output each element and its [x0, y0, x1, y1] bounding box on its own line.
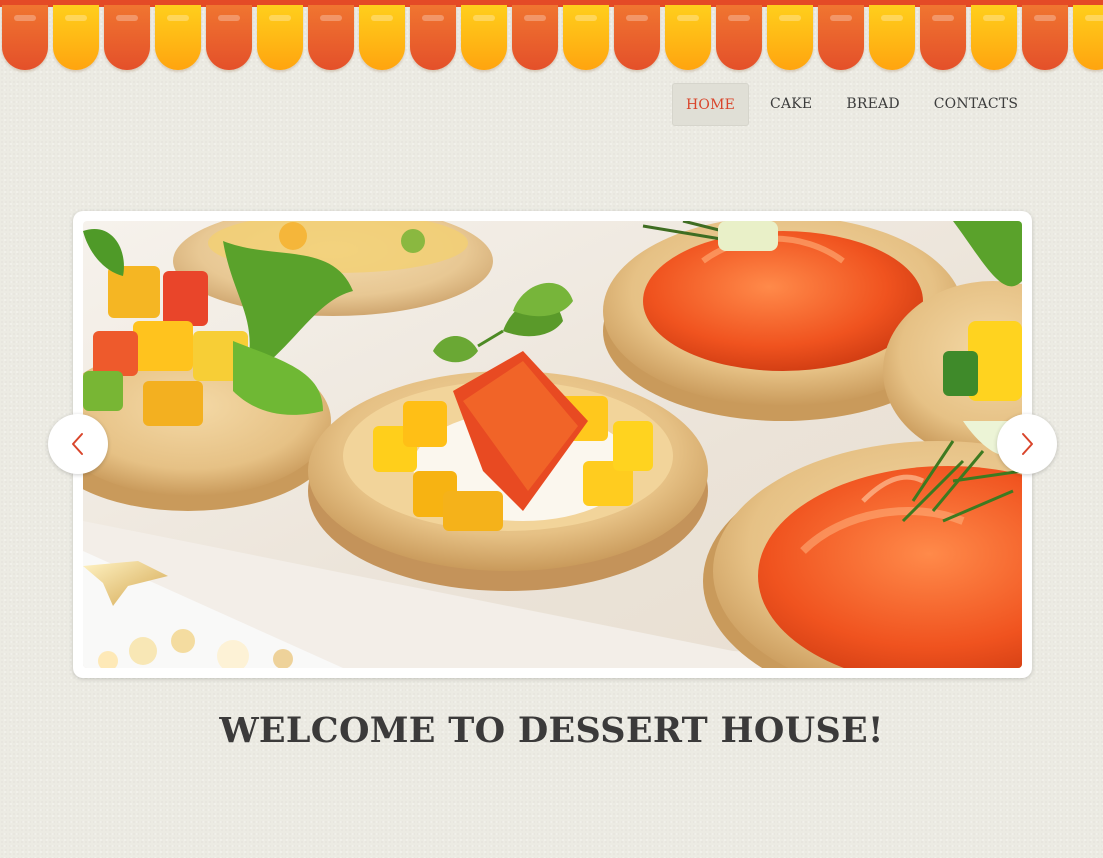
main-nav: HOME CAKE BREAD CONTACTS: [672, 83, 1039, 126]
slide-image-canapes: [83, 221, 1022, 668]
awning-scallop: [410, 5, 456, 70]
awning-scallop: [308, 5, 354, 70]
image-slider: [73, 211, 1032, 678]
awning-scallop: [2, 5, 48, 70]
canapes-photo: [83, 221, 1022, 668]
awning-scallop: [104, 5, 150, 70]
awning-scallop: [206, 5, 252, 70]
awning-header: [0, 0, 1103, 74]
awning-scallop: [665, 5, 711, 70]
slider-next-button[interactable]: [997, 414, 1057, 474]
awning-scallop: [155, 5, 201, 70]
awning-scallop: [512, 5, 558, 70]
awning-scallop: [1073, 5, 1103, 70]
nav-item-bread[interactable]: BREAD: [833, 83, 912, 126]
awning-scallop: [614, 5, 660, 70]
awning-scallop: [257, 5, 303, 70]
nav-item-contacts[interactable]: CONTACTS: [921, 83, 1031, 126]
awning-scallop: [767, 5, 813, 70]
awning-scallop: [869, 5, 915, 70]
awning-scallop: [1022, 5, 1068, 70]
slider-prev-button[interactable]: [48, 414, 108, 474]
awning-scallop: [563, 5, 609, 70]
nav-item-cake[interactable]: CAKE: [757, 83, 825, 126]
chevron-left-icon: [72, 433, 83, 455]
awning-scallop: [971, 5, 1017, 70]
awning-scallops: [2, 5, 1103, 70]
awning-scallop: [716, 5, 762, 70]
chevron-right-icon: [1022, 433, 1033, 455]
awning-scallop: [920, 5, 966, 70]
awning-scallop: [818, 5, 864, 70]
welcome-heading: WELCOME TO DESSERT HOUSE!: [219, 710, 884, 751]
awning-scallop: [53, 5, 99, 70]
awning-scallop: [461, 5, 507, 70]
awning-scallop: [359, 5, 405, 70]
nav-item-home[interactable]: HOME: [672, 83, 750, 126]
